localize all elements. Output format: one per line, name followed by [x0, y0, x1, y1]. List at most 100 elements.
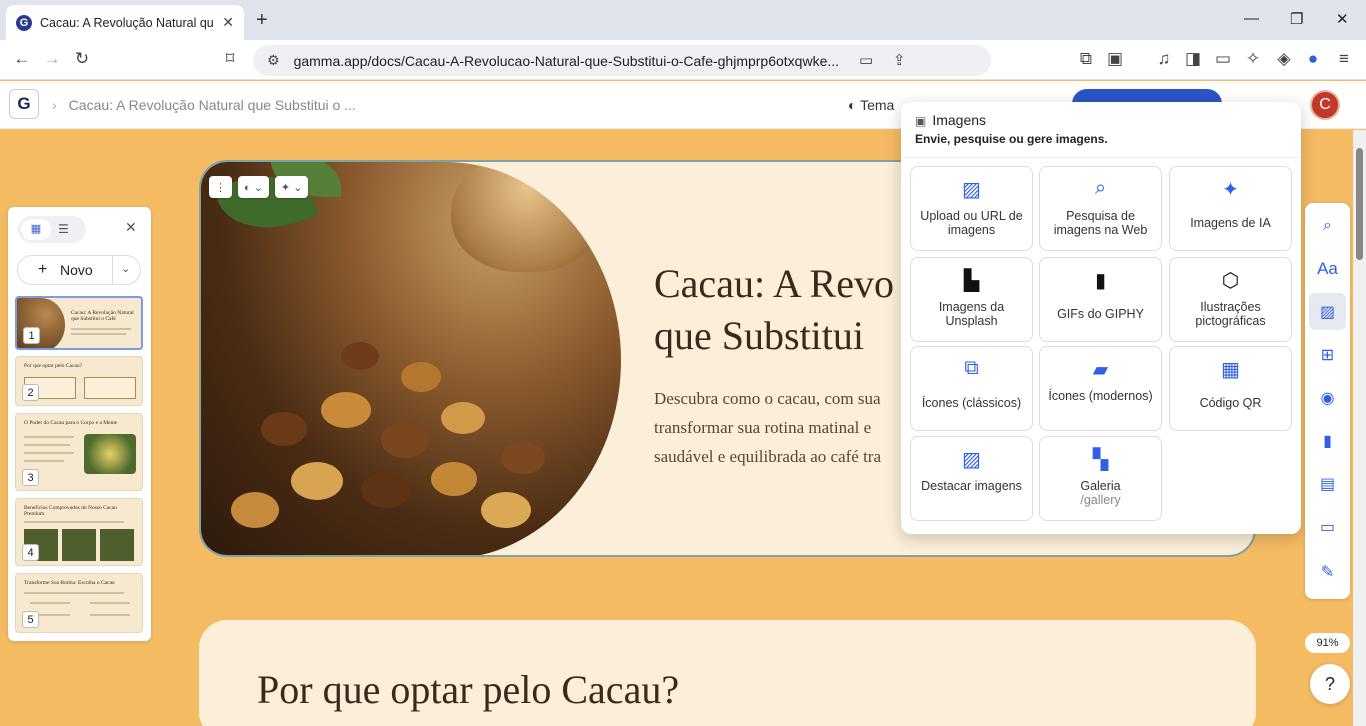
site-info-icon[interactable]: ⚙ — [267, 52, 280, 69]
cast-icon[interactable]: ▭ — [859, 51, 873, 69]
highlight-images-option[interactable]: ▨ Destacar imagens — [910, 436, 1033, 521]
add-block-icon[interactable]: ⊞ — [1309, 336, 1346, 373]
breadcrumb-doc-title: Cacau: A Revolução Natural que Substitui… — [68, 97, 356, 113]
form-icon[interactable]: ▭ — [1309, 508, 1346, 545]
slide-thumbnail-4[interactable]: Benefícios Comprovados do Nosso Cacau Pr… — [15, 498, 143, 566]
next-slide-card[interactable]: Por que optar pelo Cacau? — [199, 620, 1256, 726]
leo-ai-icon[interactable]: ✧ — [1242, 49, 1264, 69]
chevron-down-icon[interactable]: ⌄ — [121, 262, 130, 275]
thumbnail-number: 3 — [22, 469, 39, 486]
maximize-icon[interactable]: ❐ — [1290, 10, 1303, 28]
avatar[interactable]: C — [1310, 90, 1340, 120]
slide-thumbnail-1[interactable]: Cacau: A Revolução Natural que Substitui… — [15, 296, 143, 350]
images-popup: ▣ Imagens Envie, pesquise ou gere imagens… — [901, 102, 1301, 534]
qr-code-icon: ▦ — [1221, 359, 1240, 381]
giphy-icon: ▮ — [1094, 270, 1106, 292]
list-view-icon[interactable]: ☰ — [58, 219, 69, 240]
search-icon[interactable]: ⌕ — [1309, 207, 1346, 244]
cup-shape — [451, 162, 601, 272]
slide-description[interactable]: Descubra como o cacau, com sua transform… — [654, 384, 881, 471]
ai-edit-icon[interactable]: ✦ ⌄ — [274, 176, 309, 198]
help-button[interactable]: ? — [1310, 664, 1350, 704]
palette-icon: ◐ — [848, 97, 861, 113]
edit-icon[interactable]: ✎ — [1309, 553, 1346, 590]
new-tab-icon[interactable]: + — [256, 9, 268, 32]
pictographic-option[interactable]: ⬡ Ilustrações pictográficas — [1169, 257, 1292, 342]
extensions-icon[interactable]: ⧉ — [1075, 49, 1097, 69]
slide-thumbnail-3[interactable]: O Poder do Cacau para o Corpo e a Mente … — [15, 413, 143, 491]
bookmark-icon[interactable]: ⌑ — [219, 49, 241, 69]
browser-tab[interactable]: G Cacau: A Revolução Natural que ✕ — [6, 5, 244, 40]
thumbnail-number: 5 — [22, 611, 39, 628]
next-slide-title[interactable]: Por que optar pelo Cacau? — [257, 666, 679, 713]
vpn-icon[interactable]: ◈ — [1273, 49, 1295, 69]
menu-icon[interactable]: ≡ — [1333, 49, 1355, 69]
icons-modern-icon: ▰ — [1092, 359, 1109, 381]
wallet-icon[interactable]: ▭ — [1212, 49, 1234, 69]
image-icon: ▨ — [962, 179, 981, 201]
upload-url-option[interactable]: ▨ Upload ou URL de imagens — [910, 166, 1033, 251]
embed-icon[interactable]: ◉ — [1309, 379, 1346, 416]
more-options-icon[interactable]: ⋮ — [209, 176, 232, 198]
chart-icon[interactable]: ▮ — [1309, 422, 1346, 459]
unsplash-option[interactable]: ▙ Imagens da Unsplash — [910, 257, 1033, 342]
icons-classic-option[interactable]: ⧉ Ícones (clássicos) — [910, 346, 1033, 431]
web-search-option[interactable]: ⌕ Pesquisa de imagens na Web — [1039, 166, 1162, 251]
slide-panel: ▦ ☰ ✕ + Novo ⌄ Cacau: A Revolução Natura… — [8, 207, 151, 641]
slide-thumbnail-5[interactable]: Transforme Sua Rotina: Escolha o Cacau 5 — [15, 573, 143, 633]
chevron-right-icon: › — [52, 97, 57, 113]
image-icon: ▣ — [915, 114, 927, 128]
thumbnail-title: Transforme Sua Rotina: Escolha o Cacau — [24, 580, 115, 586]
address-bar[interactable]: ⚙ gamma.app/docs/Cacau-A-Revolucao-Natur… — [253, 45, 991, 76]
close-tab-icon[interactable]: ✕ — [222, 14, 234, 31]
tab-title: Cacau: A Revolução Natural que — [40, 15, 215, 30]
sparkle-icon: ✦ — [1222, 179, 1239, 201]
thumbnail-title: O Poder do Cacau para o Corpo e a Mente — [24, 420, 118, 426]
right-toolbar: ⌕ Aa ▨ ⊞ ◉ ▮ ▤ ▭ ✎ — [1305, 203, 1350, 599]
theme-button[interactable]: ◐ Tema — [848, 97, 894, 113]
card-style-icon[interactable]: ◐ ⌄ — [238, 176, 269, 198]
giphy-option[interactable]: ▮ GIFs do GIPHY — [1039, 257, 1162, 342]
thumbnail-number: 4 — [22, 544, 39, 561]
pictographic-icon: ⬡ — [1221, 270, 1240, 292]
popup-title: ▣ Imagens — [915, 112, 987, 128]
sidebar-icon[interactable]: ◨ — [1182, 49, 1204, 69]
close-panel-icon[interactable]: ✕ — [125, 219, 137, 236]
forward-icon[interactable]: → — [41, 49, 63, 69]
minimize-icon[interactable]: — — [1244, 10, 1259, 27]
thumbnail-number: 2 — [22, 384, 39, 401]
profile-globe-icon[interactable]: ● — [1302, 49, 1324, 69]
highlight-images-icon: ▨ — [962, 449, 981, 471]
music-icon[interactable]: ♫ — [1153, 49, 1175, 69]
qr-code-option[interactable]: ▦ Código QR — [1169, 346, 1292, 431]
back-icon[interactable]: ← — [11, 49, 33, 69]
url-text: gamma.app/docs/Cacau-A-Revolucao-Natural… — [293, 52, 840, 69]
close-window-icon[interactable]: ✕ — [1336, 10, 1349, 28]
new-slide-label: Novo — [60, 262, 93, 278]
image-icon[interactable]: ▨ — [1309, 293, 1346, 330]
video-icon[interactable]: ▤ — [1309, 465, 1346, 502]
slide-title[interactable]: Cacau: A Revo que Substitui — [654, 258, 894, 362]
gallery-option[interactable]: ▚ Galeria/gallery — [1039, 436, 1162, 521]
ai-images-option[interactable]: ✦ Imagens de IA — [1169, 166, 1292, 251]
zoom-level[interactable]: 91% — [1305, 633, 1350, 653]
scrollbar[interactable] — [1353, 130, 1366, 726]
view-toggle: ▦ ☰ — [18, 216, 86, 243]
popup-subtitle: Envie, pesquise ou gere imagens. — [915, 132, 1108, 146]
new-slide-button[interactable]: + Novo ⌄ — [17, 255, 141, 285]
reader-icon[interactable]: ▣ — [1104, 49, 1126, 69]
icons-modern-option[interactable]: ▰ Ícones (modernos) — [1039, 346, 1162, 431]
browser-tab-bar: G Cacau: A Revolução Natural que ✕ + — ❐… — [0, 0, 1366, 40]
gamma-logo[interactable]: G — [9, 89, 39, 119]
card-toolbar: ⋮ ◐ ⌄ ✦ ⌄ — [209, 176, 309, 198]
thumbnail-title: Cacau: A Revolução Natural que Substitui… — [71, 310, 134, 322]
plus-icon: + — [38, 261, 48, 278]
reload-icon[interactable]: ↻ — [71, 49, 93, 69]
cacao-photo[interactable] — [201, 162, 621, 555]
grid-view-icon[interactable]: ▦ — [21, 219, 51, 240]
slide-thumbnail-2[interactable]: Por que optar pelo Cacau? 2 — [15, 356, 143, 406]
share-icon[interactable]: ⇪ — [893, 51, 906, 69]
gallery-icon: ▚ — [1092, 449, 1109, 471]
text-style-icon[interactable]: Aa — [1309, 250, 1346, 287]
breadcrumb[interactable]: › Cacau: A Revolução Natural que Substitu… — [52, 97, 356, 113]
